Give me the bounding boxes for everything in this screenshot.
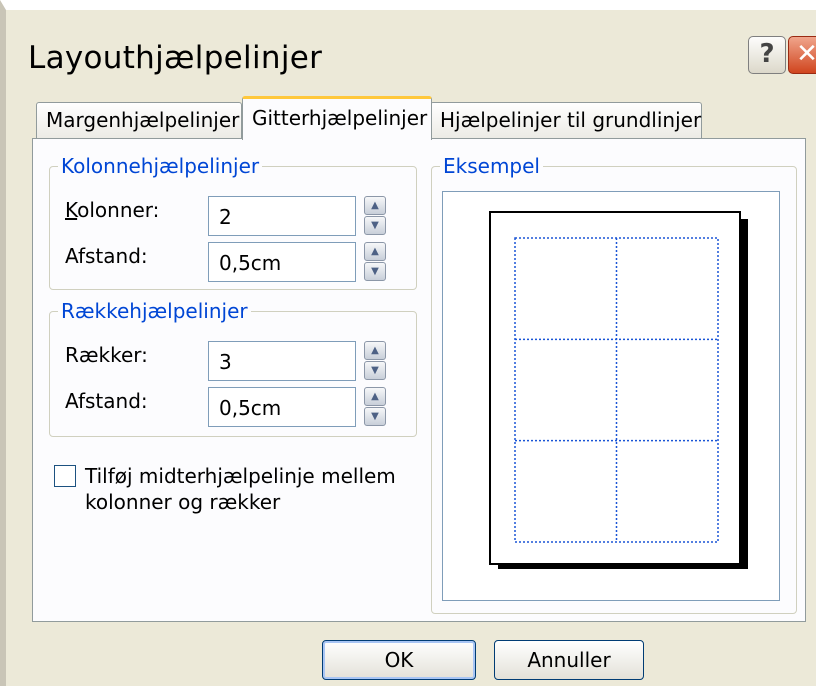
row-spacing-input[interactable]: 0,5cm: [208, 387, 356, 427]
row-spacing-label: Afstand:: [65, 389, 148, 413]
columns-stepper[interactable]: ▲ ▼: [364, 196, 386, 236]
tab-label: Gitterhjælpelinjer: [252, 106, 428, 130]
column-spacing-stepper[interactable]: ▲ ▼: [364, 242, 386, 282]
spin-down-icon[interactable]: ▼: [364, 216, 386, 235]
dialog-title: Layouthjælpelinjer: [28, 40, 323, 76]
center-guide-checkbox[interactable]: [54, 465, 76, 487]
help-button[interactable]: ?: [748, 36, 786, 74]
cancel-button[interactable]: Annuller: [494, 640, 644, 680]
preview-page: [489, 211, 741, 565]
preview-legend: Eksempel: [440, 154, 543, 178]
spin-up-icon[interactable]: ▲: [364, 242, 386, 261]
rows-label: Rækker:: [65, 343, 148, 367]
help-icon: ?: [759, 39, 775, 69]
columns-label-text: olonner:: [77, 198, 160, 222]
tab-baseline-guides[interactable]: Hjælpelinjer til grundlinjer: [430, 102, 702, 138]
tab-label: Margenhjælpelinjer: [46, 108, 240, 132]
tab-panel: Kolonnehjælpelinjer Kolonner: 2 ▲ ▼ Afst…: [32, 138, 806, 622]
tab-grid-guides[interactable]: Gitterhjælpelinjer: [242, 96, 432, 140]
column-guides-group: Kolonnehjælpelinjer Kolonner: 2 ▲ ▼ Afst…: [49, 154, 417, 290]
spin-up-icon[interactable]: ▲: [364, 341, 386, 360]
column-spacing-input[interactable]: 0,5cm: [208, 242, 356, 282]
row-spacing-stepper[interactable]: ▲ ▼: [364, 387, 386, 427]
center-guide-label-line2: kolonner og rækker: [85, 490, 281, 514]
column-guides-legend: Kolonnehjælpelinjer: [58, 154, 263, 178]
tab-label: Hjælpelinjer til grundlinjer: [440, 108, 702, 132]
close-button[interactable]: ✕: [788, 36, 816, 74]
row-guides-group: Rækkehjælpelinjer Rækker: 3 ▲ ▼ Afstand:…: [49, 299, 417, 437]
rows-stepper[interactable]: ▲ ▼: [364, 341, 386, 381]
close-icon: ✕: [796, 39, 816, 69]
rows-input[interactable]: 3: [208, 341, 356, 381]
preview-frame: [442, 191, 780, 601]
center-guide-label[interactable]: Tilføj midterhjælpelinje mellem kolonner…: [85, 463, 396, 515]
spin-up-icon[interactable]: ▲: [364, 387, 386, 406]
spin-down-icon[interactable]: ▼: [364, 407, 386, 426]
title-bar: Layouthjælpelinjer ? ✕: [12, 20, 816, 88]
spin-up-icon[interactable]: ▲: [364, 196, 386, 215]
columns-label: Kolonner:: [65, 198, 160, 222]
layout-guides-dialog: Layouthjælpelinjer ? ✕ Margenhjælpelinje…: [0, 0, 816, 686]
row-guides-legend: Rækkehjælpelinjer: [58, 299, 251, 323]
preview-group: Eksempel: [431, 154, 797, 614]
center-guide-label-line1: Tilføj midterhjælpelinje mellem: [85, 464, 396, 488]
tab-margin-guides[interactable]: Margenhjælpelinjer: [36, 102, 242, 138]
spin-down-icon[interactable]: ▼: [364, 361, 386, 380]
columns-input[interactable]: 2: [208, 196, 356, 236]
preview-diagram: [489, 211, 748, 569]
column-spacing-label: Afstand:: [65, 244, 148, 268]
ok-button[interactable]: OK: [322, 640, 476, 680]
spin-down-icon[interactable]: ▼: [364, 262, 386, 281]
